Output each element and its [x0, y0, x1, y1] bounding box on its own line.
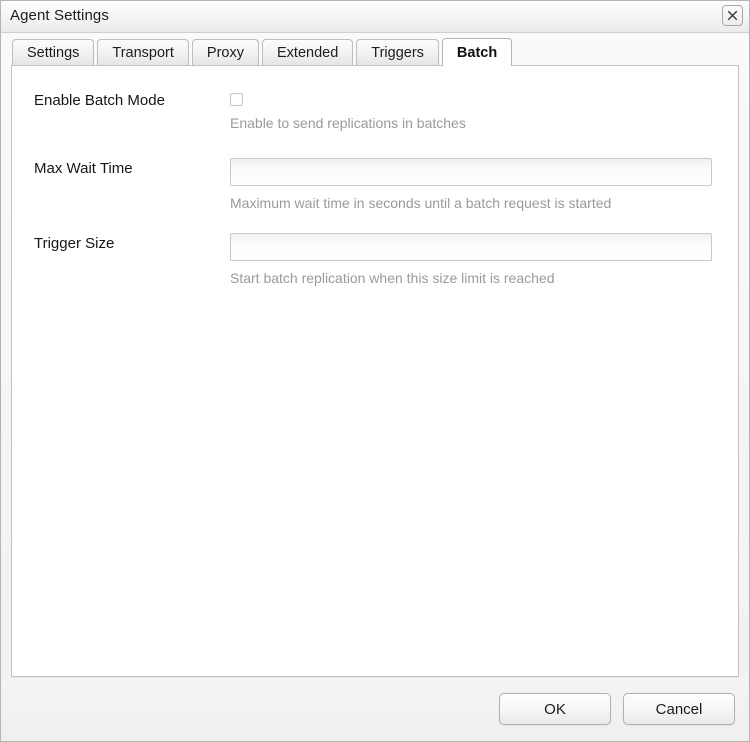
dialog-footer: OK Cancel: [1, 677, 749, 741]
field-hint: Maximum wait time in seconds until a bat…: [230, 195, 612, 211]
field-control: Maximum wait time in seconds until a bat…: [230, 158, 738, 211]
max-wait-time-input[interactable]: [230, 158, 712, 186]
ok-button[interactable]: OK: [499, 693, 611, 725]
cancel-button[interactable]: Cancel: [623, 693, 735, 725]
field-control: Start batch replication when this size l…: [230, 233, 738, 286]
tab-strip: Settings Transport Proxy Extended Trigge…: [12, 38, 749, 66]
agent-settings-dialog: Agent Settings Settings Transport Proxy …: [0, 0, 750, 742]
batch-tab-panel: Enable Batch Mode Enable to send replica…: [11, 65, 739, 677]
close-icon[interactable]: [722, 5, 743, 26]
tab-label: Extended: [277, 44, 339, 61]
field-enable-batch-mode: Enable Batch Mode Enable to send replica…: [12, 90, 738, 131]
tab-transport[interactable]: Transport: [97, 39, 189, 65]
trigger-size-input[interactable]: [230, 233, 712, 261]
close-glyph: [727, 10, 738, 21]
field-label: Enable Batch Mode: [34, 92, 165, 109]
tab-label: Batch: [456, 44, 498, 61]
tab-settings[interactable]: Settings: [12, 39, 95, 65]
field-hint: Enable to send replications in batches: [230, 115, 466, 131]
tab-label: Transport: [112, 44, 174, 61]
tab-label: Proxy: [206, 44, 244, 61]
window-title: Agent Settings: [10, 7, 109, 24]
tab-label: Settings: [27, 44, 80, 61]
tab-proxy[interactable]: Proxy: [191, 39, 259, 65]
field-trigger-size: Trigger Size Start batch replication whe…: [12, 233, 738, 286]
field-max-wait-time: Max Wait Time Maximum wait time in secon…: [12, 158, 738, 211]
tab-label: Triggers: [371, 44, 424, 61]
title-bar: Agent Settings: [1, 1, 749, 33]
field-label: Max Wait Time: [34, 160, 133, 177]
field-hint: Start batch replication when this size l…: [230, 270, 555, 286]
tab-extended[interactable]: Extended: [262, 39, 354, 65]
tab-batch[interactable]: Batch: [441, 38, 513, 66]
field-label: Trigger Size: [34, 235, 115, 252]
tab-triggers[interactable]: Triggers: [356, 39, 439, 65]
enable-batch-mode-checkbox[interactable]: [230, 93, 243, 106]
field-control: Enable to send replications in batches: [230, 90, 738, 131]
batch-settings-form: Enable Batch Mode Enable to send replica…: [12, 66, 738, 286]
